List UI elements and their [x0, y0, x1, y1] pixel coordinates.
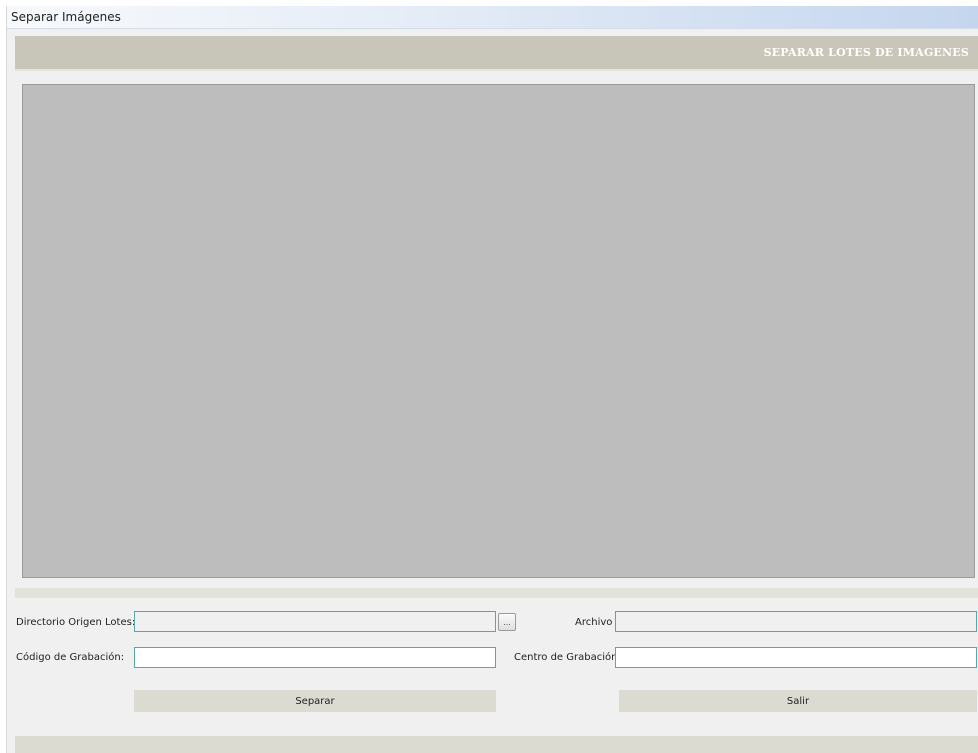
header-banner: SEPARAR LOTES DE IMAGENES: [15, 36, 978, 71]
centro-input[interactable]: [615, 647, 977, 668]
window-title: Separar Imágenes: [11, 10, 121, 24]
title-bar[interactable]: Separar Imágenes: [7, 6, 978, 29]
centro-label: Centro de Grabación: [514, 652, 618, 663]
main-window: Separar Imágenes SEPARAR LOTES DE IMAGEN…: [6, 6, 978, 753]
image-preview-area: [22, 84, 975, 578]
directory-label: Directorio Origen Lotes:: [16, 617, 136, 628]
directory-input[interactable]: [134, 611, 496, 632]
codigo-label: Código de Grabación:: [16, 652, 125, 663]
archivo-input[interactable]: [615, 611, 977, 632]
separar-button[interactable]: Separar: [134, 690, 496, 712]
footer-band: [15, 736, 978, 753]
salir-button[interactable]: Salir: [619, 690, 977, 712]
codigo-input[interactable]: [134, 647, 496, 668]
separator-band: [15, 588, 978, 598]
archivo-label: Archivo: [575, 617, 613, 628]
header-title: SEPARAR LOTES DE IMAGENES: [763, 46, 969, 59]
browse-button[interactable]: ...: [498, 613, 516, 631]
